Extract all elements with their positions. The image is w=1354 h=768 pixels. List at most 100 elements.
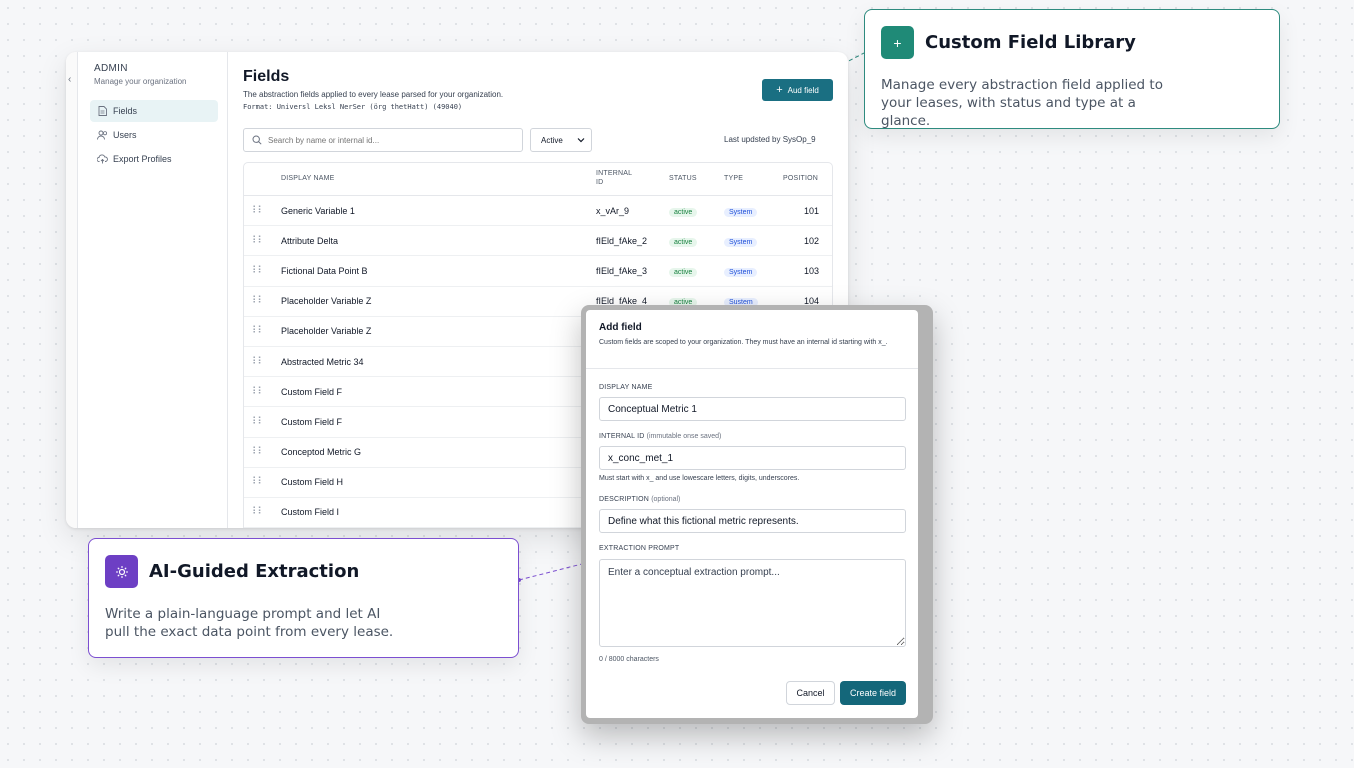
- dialog-subtitle: Custom fields are scoped to your organiz…: [599, 339, 888, 346]
- sidebar-item-label: Fields: [113, 106, 138, 116]
- drag-handle-icon[interactable]: ⠇⠇: [252, 416, 265, 427]
- cell-internal-id: fIEld_fAke_3: [596, 265, 648, 276]
- chevron-down-icon: [577, 138, 585, 143]
- add-field-label: Aud field: [787, 85, 819, 95]
- page-description: The abstraction fields applied to every …: [243, 90, 504, 99]
- description-label-text: DESCRIPTION: [599, 496, 650, 503]
- header-internal-id-line2: ID: [596, 179, 604, 186]
- plus-icon: +: [881, 26, 914, 59]
- internal-id-label-text: INTERNAL ID: [599, 433, 645, 440]
- table-row[interactable]: ⠇⠇ Fictional Data Point B fIEld_fAke_3 acti…: [244, 256, 832, 287]
- page-format: Format: Universl Leksl NerSer (örg thetH…: [243, 103, 463, 111]
- extraction-prompt-label: EXTRACTION PROMPT: [599, 545, 680, 552]
- cell-status: active: [669, 206, 698, 217]
- drag-handle-icon[interactable]: ⠇⠇: [252, 507, 265, 518]
- internal-id-hint: Must start with x_ and use lowescare let…: [599, 475, 800, 482]
- extraction-prompt-textarea[interactable]: [599, 559, 906, 647]
- cell-type: System: [724, 206, 758, 217]
- sidebar-item-label: Users: [113, 130, 137, 140]
- description-field[interactable]: [599, 509, 906, 533]
- cell-display-name: Generic Variable 1: [281, 205, 355, 216]
- document-icon: [97, 106, 107, 116]
- display-name-label: DISPLAY NAME: [599, 384, 653, 391]
- type-badge: System: [724, 237, 758, 247]
- last-updated-text: Last updsted by SysOp_9: [724, 135, 816, 144]
- status-filter-select[interactable]: Active: [530, 128, 592, 152]
- table-row[interactable]: ⠇⠇ Attribute Delta fIEld_fAke_2 active Syste…: [244, 226, 832, 257]
- add-field-dialog: Add field Custom fields are scoped to yo…: [586, 310, 918, 718]
- drag-handle-icon[interactable]: ⠇⠇: [252, 235, 265, 246]
- cell-position: 101: [804, 205, 820, 216]
- cell-type: System: [724, 266, 758, 277]
- create-field-button[interactable]: Create field: [840, 681, 906, 705]
- description-note: (optional): [651, 496, 681, 503]
- cell-display-name: Attribute Delta: [281, 235, 339, 246]
- sparkle-gear-icon: [105, 555, 138, 588]
- cell-type: System: [724, 236, 758, 247]
- status-badge: active: [669, 237, 698, 247]
- cell-display-name: Placeholder Variable Z: [281, 296, 372, 307]
- cell-position: 103: [804, 265, 820, 276]
- dialog-divider: [586, 368, 918, 369]
- cell-internal-id: fIEld_fAke_2: [596, 235, 648, 246]
- callout-custom-field-library: + Custom Field Library Manage every abst…: [864, 9, 1280, 129]
- add-field-button[interactable]: + Aud field: [762, 79, 833, 101]
- drag-handle-icon[interactable]: ⠇⠇: [252, 477, 265, 488]
- search-input[interactable]: [268, 135, 508, 145]
- callout-text: Write a plain-language prompt and let AI…: [105, 606, 394, 640]
- table-row[interactable]: ⠇⠇ Generic Variable 1 x_vAr_9 active System 1…: [244, 196, 832, 227]
- callout-title: Custom Field Library: [925, 32, 1136, 53]
- cell-status: active: [669, 236, 698, 247]
- cell-display-name: Conceptod Metric G: [281, 447, 362, 458]
- sidebar-item-users[interactable]: Users: [90, 124, 218, 146]
- drag-handle-icon[interactable]: ⠇⠇: [252, 205, 265, 216]
- header-internal-id-line1: INTERNAL: [596, 170, 633, 177]
- drag-handle-icon[interactable]: ⠇⠇: [252, 447, 265, 458]
- chevron-left-icon: ‹: [68, 74, 72, 85]
- header-status: STATUS: [669, 175, 697, 182]
- sidebar-collapse-toggle[interactable]: ‹: [66, 52, 78, 528]
- internal-id-field[interactable]: [599, 446, 906, 470]
- callout-ai-guided-extraction: AI-Guided Extraction Write a plain-langu…: [88, 538, 519, 658]
- cell-display-name: Placeholder Variable Z: [281, 326, 372, 337]
- display-name-field[interactable]: [599, 397, 906, 421]
- search-box: [243, 128, 523, 152]
- dialog-title: Add field: [599, 322, 642, 333]
- cloud-export-icon: [96, 154, 108, 164]
- type-badge: System: [724, 207, 758, 217]
- header-display-name: DISPLAY NAME: [281, 175, 335, 182]
- cell-display-name: Fictional Data Point B: [281, 265, 368, 276]
- status-filter-value: Active: [541, 135, 563, 145]
- cell-display-name: Custom Field F: [281, 416, 343, 427]
- cell-display-name: Custom Field I: [281, 507, 340, 518]
- cell-display-name: Custom Field H: [281, 477, 344, 488]
- sidebar-item-export-profiles[interactable]: Export Profiles: [90, 148, 218, 170]
- sidebar-item-fields[interactable]: Fields: [90, 100, 218, 122]
- cell-display-name: Abstracted Metric 34: [281, 356, 364, 367]
- sidebar-item-label: Export Profiles: [113, 154, 172, 164]
- header-type: TYPE: [724, 175, 744, 182]
- drag-handle-icon[interactable]: ⠇⠇: [252, 356, 265, 367]
- type-badge: System: [724, 267, 758, 277]
- drag-handle-icon[interactable]: ⠇⠇: [252, 265, 265, 276]
- status-badge: active: [669, 207, 698, 217]
- cancel-button[interactable]: Cancel: [786, 681, 835, 705]
- character-count: 0 / 8000 characters: [599, 656, 659, 663]
- cell-status: active: [669, 266, 698, 277]
- drag-handle-icon[interactable]: ⠇⠇: [252, 386, 265, 397]
- callout-title: AI-Guided Extraction: [149, 561, 360, 582]
- table-header: DISPLAY NAME INTERNAL ID STATUS TYPE POS…: [244, 163, 832, 196]
- cell-position: 102: [804, 235, 820, 246]
- users-icon: [97, 130, 108, 140]
- drag-handle-icon[interactable]: ⠇⠇: [252, 326, 265, 337]
- status-badge: active: [669, 267, 698, 277]
- plus-icon: +: [776, 84, 783, 96]
- header-position: POSITION: [783, 175, 819, 182]
- cell-display-name: Custom Field F: [281, 386, 343, 397]
- description-label: DESCRIPTION (optional): [599, 496, 680, 503]
- sidebar: ADMIN Manage your organization Fields Us…: [78, 52, 228, 528]
- drag-handle-icon[interactable]: ⠇⠇: [252, 296, 265, 307]
- sidebar-title: ADMIN: [94, 63, 128, 74]
- internal-id-label: INTERNAL ID (immutable onse saved): [599, 433, 721, 440]
- cell-internal-id: x_vAr_9: [596, 205, 630, 216]
